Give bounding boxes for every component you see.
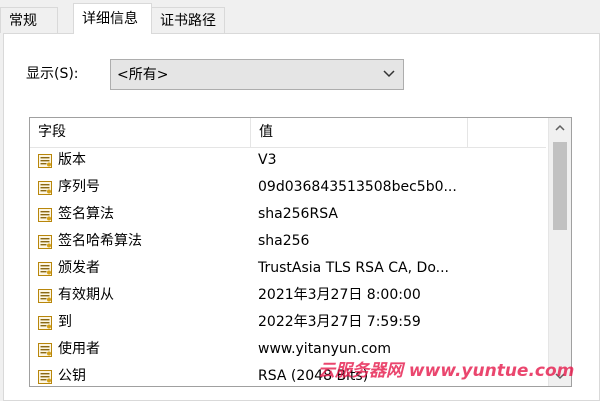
tab-certification-path[interactable]: 证书路径 [151, 7, 225, 33]
field-list[interactable]: 字段 值 版本 V3 序列号 09d036843513508bec5b0... 签名算法… [29, 117, 572, 387]
field-value: 09d036843513508bec5b0... [258, 179, 457, 195]
list-header: 字段 值 [30, 118, 546, 148]
field-value: sha256 [258, 233, 310, 249]
certificate-field-icon [37, 261, 53, 277]
list-item[interactable]: 到 2022年3月27日 7:59:59 [30, 309, 546, 336]
tab-details[interactable]: 详细信息 [73, 3, 152, 34]
certificate-field-icon [37, 153, 53, 169]
list-item[interactable]: 签名哈希算法 sha256 [30, 228, 546, 255]
field-name: 签名哈希算法 [58, 233, 142, 249]
field-name: 公钥 [58, 368, 86, 384]
field-value: TrustAsia TLS RSA CA, Do... [258, 260, 449, 276]
certificate-field-icon [37, 369, 53, 385]
certificate-field-icon [37, 207, 53, 223]
field-name: 使用者 [58, 341, 100, 357]
show-dropdown-value: <所有> [117, 67, 169, 83]
show-label: 显示(S): [26, 66, 79, 82]
field-value: www.yitanyun.com [258, 341, 392, 357]
tab-general[interactable]: 常规 [0, 7, 58, 33]
certificate-field-icon [37, 234, 53, 250]
field-value: 2022年3月27日 7:59:59 [258, 314, 421, 330]
field-value: V3 [258, 152, 277, 168]
list-item[interactable]: 序列号 09d036843513508bec5b0... [30, 174, 546, 201]
field-value: RSA (2048 Bits) [258, 368, 369, 384]
field-name: 序列号 [58, 179, 100, 195]
certificate-field-icon [37, 288, 53, 304]
column-header-field[interactable]: 字段 [30, 118, 250, 147]
list-item[interactable]: 使用者 www.yitanyun.com [30, 336, 546, 363]
list-item[interactable]: 颁发者 TrustAsia TLS RSA CA, Do... [30, 255, 546, 282]
scroll-up-arrow-icon[interactable] [549, 118, 571, 138]
certificate-field-icon [37, 180, 53, 196]
list-rows: 版本 V3 序列号 09d036843513508bec5b0... 签名算法 sha25… [30, 147, 546, 386]
scroll-down-arrow-icon[interactable] [549, 366, 571, 386]
field-name: 到 [58, 314, 72, 330]
vertical-scrollbar[interactable] [548, 118, 571, 386]
certificate-field-icon [37, 315, 53, 331]
certificate-field-icon [37, 342, 53, 358]
field-name: 有效期从 [58, 287, 114, 303]
list-item[interactable]: 公钥 RSA (2048 Bits) [30, 363, 546, 386]
column-divider[interactable] [467, 118, 468, 147]
field-name: 颁发者 [58, 260, 100, 276]
list-item[interactable]: 有效期从 2021年3月27日 8:00:00 [30, 282, 546, 309]
list-item[interactable]: 版本 V3 [30, 147, 546, 174]
scrollbar-thumb[interactable] [553, 142, 567, 230]
column-header-value[interactable]: 值 [251, 118, 467, 147]
field-name: 签名算法 [58, 206, 114, 222]
field-value: 2021年3月27日 8:00:00 [258, 287, 421, 303]
tab-strip: 常规 详细信息 证书路径 [0, 0, 600, 34]
chevron-down-icon [383, 70, 395, 78]
list-item[interactable]: 签名算法 sha256RSA [30, 201, 546, 228]
show-dropdown[interactable]: <所有> [110, 59, 404, 90]
field-name: 版本 [58, 152, 86, 168]
field-value: sha256RSA [258, 206, 338, 222]
